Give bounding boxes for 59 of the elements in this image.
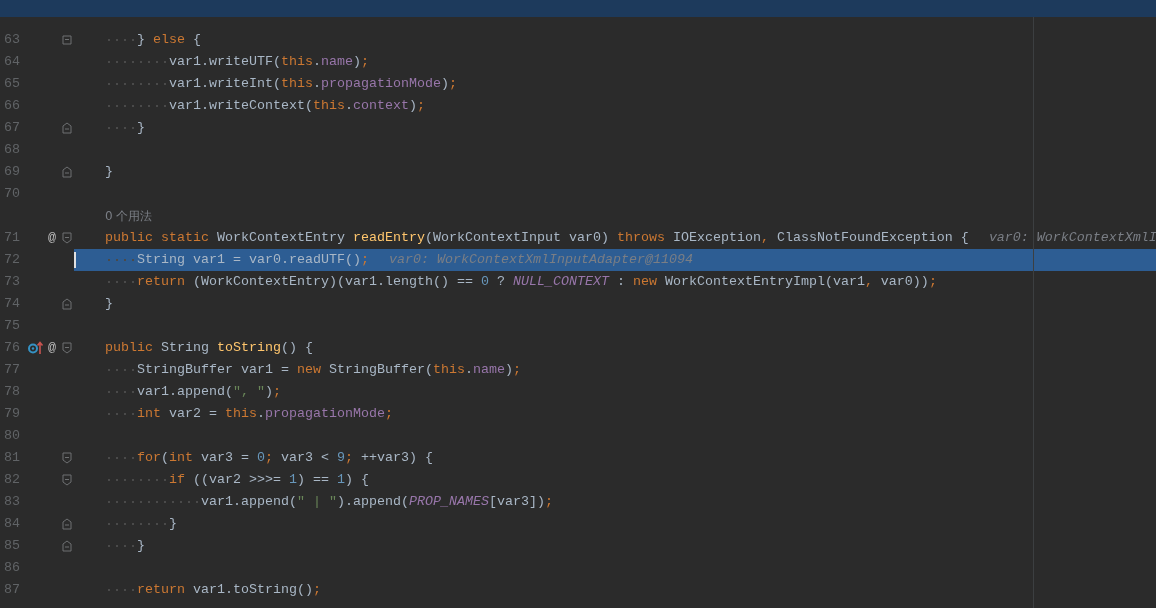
override-icon[interactable] xyxy=(28,341,44,355)
code-line: var1.append(" | ").append(PROP_NAMES[var3]); xyxy=(105,494,553,509)
line-number: 73 xyxy=(3,273,20,291)
code-line: StringBuffer var1 = new StringBuffer(this.name); xyxy=(105,362,521,377)
line-number: 67 xyxy=(3,119,20,137)
line-number: 77 xyxy=(3,361,20,379)
fold-icon[interactable] xyxy=(62,518,72,530)
inline-value-hint: var0: WorkContextXmlInputAdapter@11094 xyxy=(388,252,693,267)
line-number: 63 xyxy=(3,31,20,49)
fold-icon[interactable] xyxy=(62,166,72,178)
annotation-marker[interactable]: @ xyxy=(48,227,56,249)
code-line: var1.writeInt(this.propagationMode); xyxy=(105,76,457,91)
line-number: 72 xyxy=(3,251,20,269)
line-number: 80 xyxy=(3,427,20,445)
line-number: 75 xyxy=(3,317,20,335)
line-number: 68 xyxy=(3,141,20,159)
fold-icon[interactable] xyxy=(62,122,72,134)
code-line: var1.append(", "); xyxy=(105,384,281,399)
code-line: int var2 = this.propagationMode; xyxy=(105,406,393,421)
annotation-marker[interactable]: @ xyxy=(48,337,56,359)
line-number: 83 xyxy=(3,493,20,511)
line-number: 65 xyxy=(3,75,20,93)
inline-value-hint: var0: WorkContextXmlI xyxy=(988,230,1156,245)
line-number: 87 xyxy=(3,581,20,599)
code-line: if ((var2 >>>= 1) == 1) { xyxy=(105,472,369,487)
line-number: 85 xyxy=(3,537,20,555)
line-number: 78 xyxy=(3,383,20,401)
line-number: 76 xyxy=(3,339,20,357)
fold-icon[interactable] xyxy=(62,342,72,354)
code-line: for(int var3 = 0; var3 < 9; ++var3) { xyxy=(105,450,433,465)
code-line: var1.writeUTF(this.name); xyxy=(105,54,369,69)
line-number: 82 xyxy=(3,471,20,489)
code-line: public String toString() { xyxy=(105,340,313,355)
text-cursor xyxy=(74,252,76,268)
code-line: } xyxy=(105,164,113,179)
fold-icon[interactable] xyxy=(62,34,72,46)
code-line: public static WorkContextEntry readEntry(WorkContextInput var0) throws IOException, ClassNotFoundException { xyxy=(105,230,969,245)
code-line: } else { xyxy=(105,32,201,47)
line-number: 81 xyxy=(3,449,20,467)
line-number: 71 xyxy=(3,229,20,247)
line-number: 74 xyxy=(3,295,20,313)
usages-hint[interactable]: 0 个用法 xyxy=(105,209,153,223)
code-line: String var1 = var0.readUTF(); xyxy=(105,252,369,267)
line-number: 69 xyxy=(3,163,20,181)
code-line: return (WorkContextEntry)(var1.length() == 0 ? NULL_CONTEXT : new WorkContextEntryImpl(var1, var0)); xyxy=(105,274,937,289)
line-number: 64 xyxy=(3,53,20,71)
line-number: 79 xyxy=(3,405,20,423)
code-line: return var1.toString(); xyxy=(105,582,321,597)
line-number: 66 xyxy=(3,97,20,115)
fold-icon[interactable] xyxy=(62,298,72,310)
fold-icon[interactable] xyxy=(62,540,72,552)
fold-icon[interactable] xyxy=(62,452,72,464)
fold-icon[interactable] xyxy=(62,474,72,486)
line-number: 86 xyxy=(3,559,20,577)
code-line: } xyxy=(105,296,113,311)
fold-icon[interactable] xyxy=(62,232,72,244)
code-line: var1.writeContext(this.context); xyxy=(105,98,425,113)
line-number: 70 xyxy=(3,185,20,203)
line-number: 84 xyxy=(3,515,20,533)
